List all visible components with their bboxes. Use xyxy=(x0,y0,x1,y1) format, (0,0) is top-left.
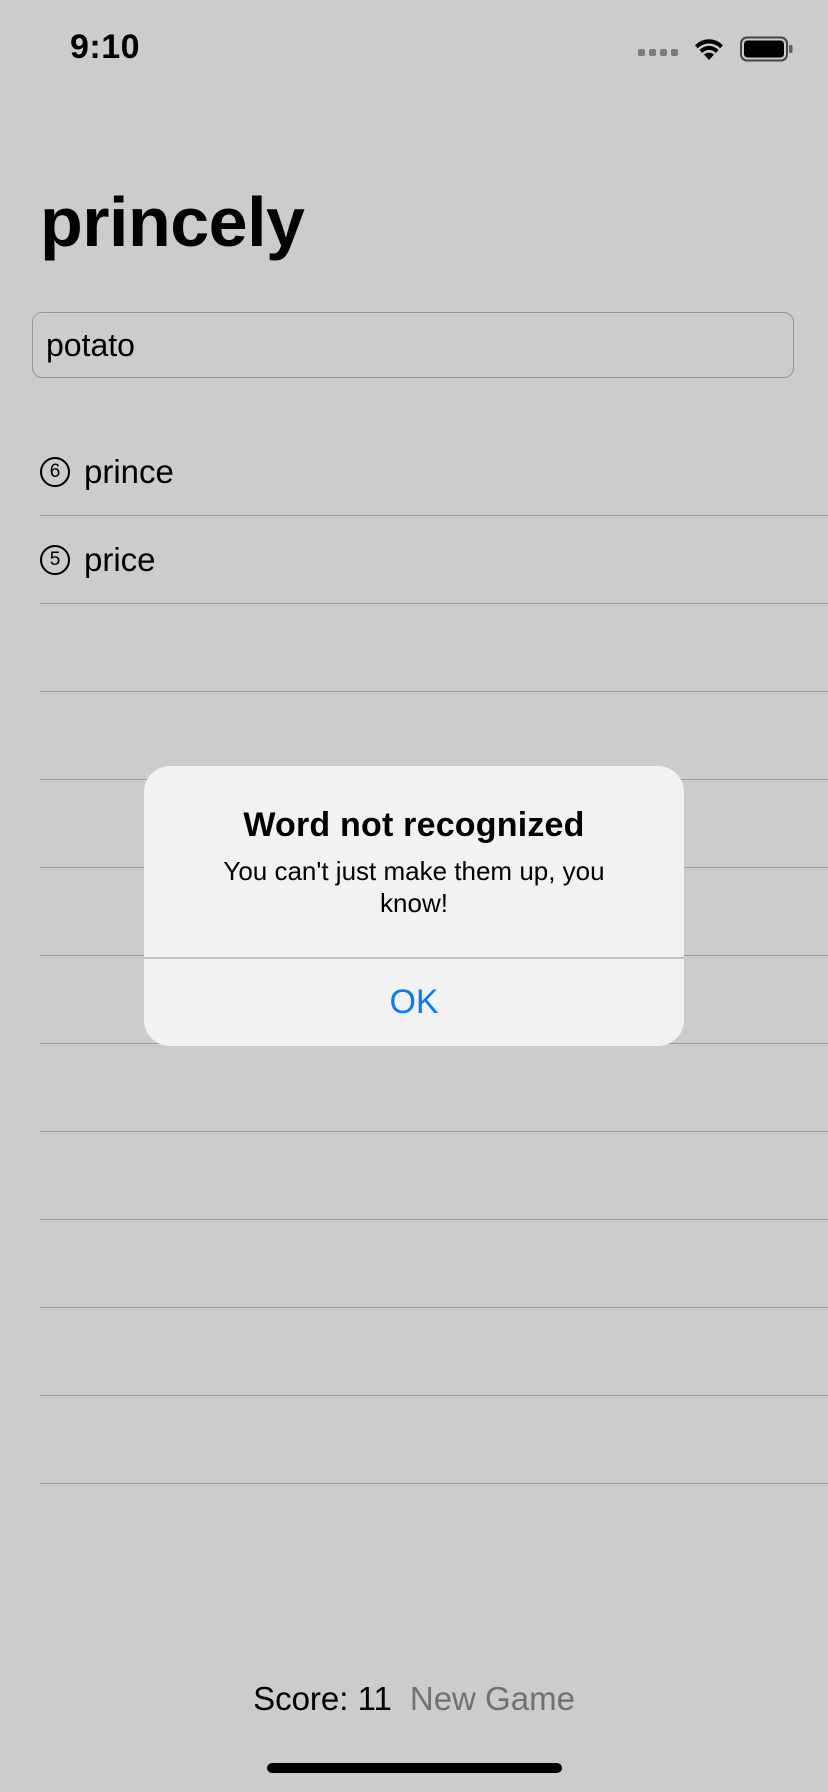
alert-message: You can't just make them up, you know! xyxy=(223,856,605,918)
alert-title: Word not recognized xyxy=(243,806,585,844)
alert-ok-button[interactable]: OK xyxy=(144,958,684,1046)
alert-dialog: Word not recognized You can't just make … xyxy=(144,766,684,1046)
